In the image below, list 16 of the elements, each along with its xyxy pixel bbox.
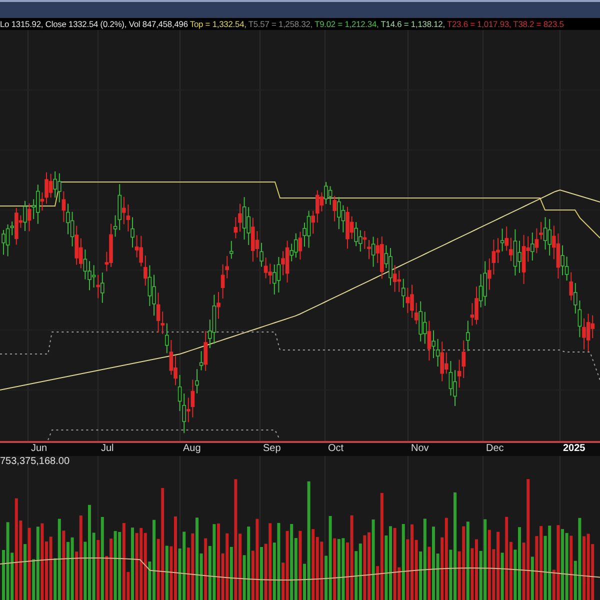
axis-label: Dec <box>486 444 504 454</box>
info-value: T14.6 = 1,138.12, <box>380 20 445 28</box>
axis-label: Aug <box>183 444 201 454</box>
info-value: T9.02 = 1,212.34, <box>314 20 379 28</box>
info-value: T38.2 = 823.5 <box>513 20 564 28</box>
axis-label: Jun <box>31 444 48 454</box>
info-value: Lo 1315.92, Close 1332.54 (0.2%), Vol 847,458,496 <box>0 20 188 28</box>
axis-label: Sep <box>263 444 281 454</box>
axis-label: Oct <box>328 444 344 454</box>
info-value: Top = 1,332.54, <box>190 20 246 28</box>
axis-label: 2025 <box>563 444 586 454</box>
axis-label: Nov <box>411 444 429 454</box>
volume-label: 753,375,168.00 <box>0 457 70 467</box>
axis-label: Jul <box>101 444 114 454</box>
info-value: T23.6 = 1,017.93, <box>446 20 512 28</box>
info-value: T5.57 = 1,258.32, <box>248 20 313 28</box>
